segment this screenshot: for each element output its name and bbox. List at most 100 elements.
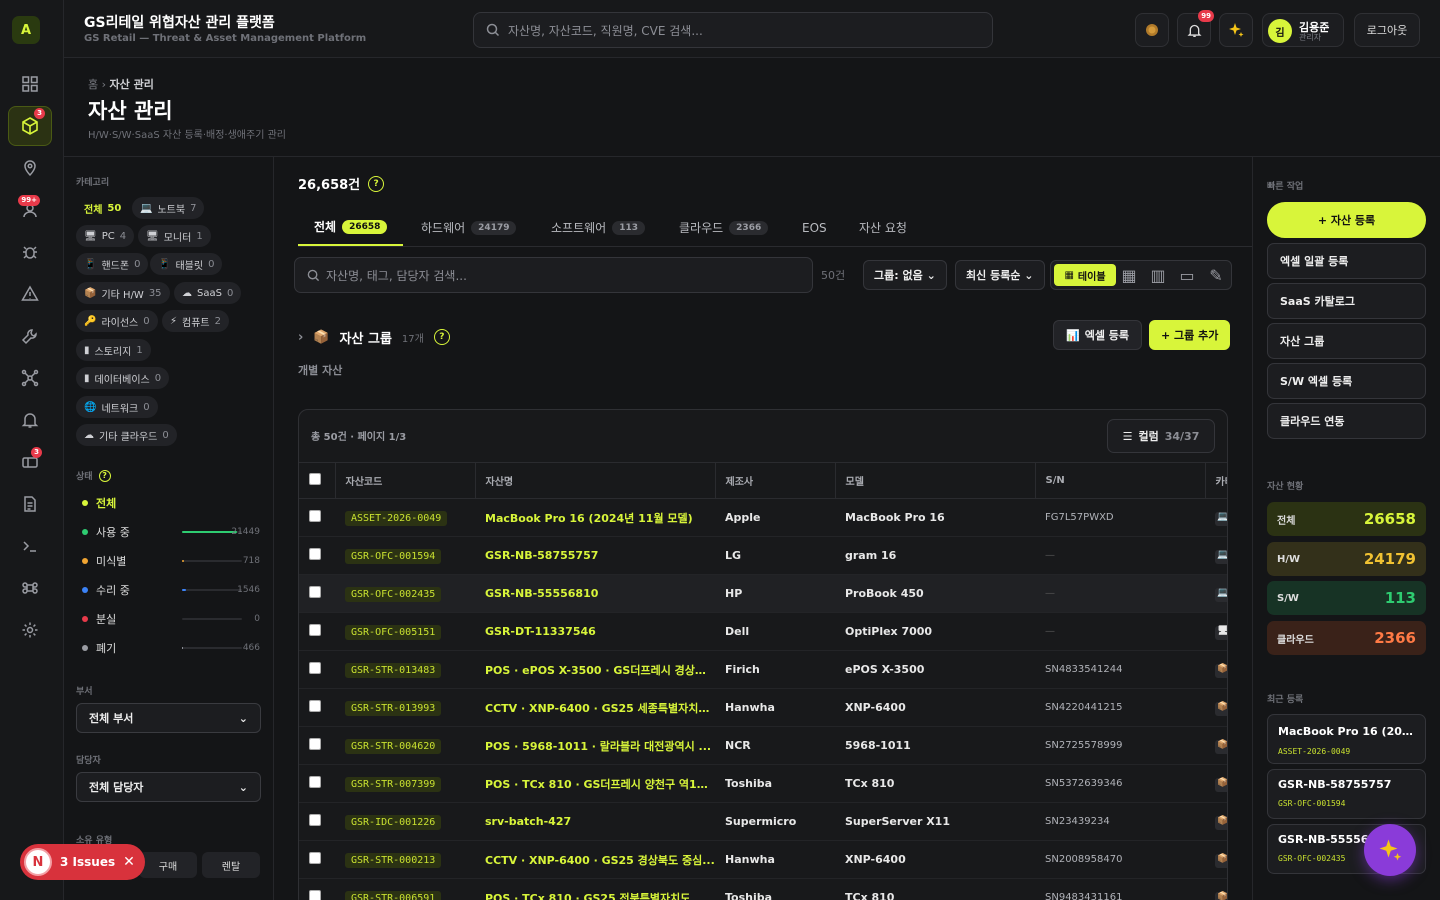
column-header[interactable]: 제조사 [715,462,836,499]
category-chip-saas[interactable]: ☁ SaaS 0 [174,282,242,304]
select-all-checkbox[interactable] [299,462,336,499]
category-chip-storage[interactable]: ▮ 스토리지 1 [76,339,151,361]
row-checkbox[interactable] [299,840,335,879]
group-dropdown[interactable]: 그룹: 없음 ⌄ [863,260,947,290]
app-logo[interactable]: A [12,16,40,44]
grid-view-icon[interactable]: ▦ [1118,264,1140,286]
category-chip-database[interactable]: ▮ 데이터베이스 0 [76,367,170,389]
tab-eos[interactable]: EOS [786,209,843,246]
table-row[interactable]: GSR-STR-004620 POS · 5968-1011 · 랄라블라 대전광… [299,726,1227,765]
category-chip-tablet[interactable]: 📱 태블릿 0 [150,253,223,275]
table-row[interactable]: GSR-STR-013483 POS · ePOS X-3500 · GS더프레시… [299,650,1227,689]
wrench-icon[interactable] [8,318,52,354]
tab-hardware[interactable]: 하드웨어 24179 [405,209,532,246]
dashboard-icon[interactable] [8,66,52,102]
row-checkbox[interactable] [299,612,335,651]
saas-catalog-button[interactable]: SaaS 카탈로그 [1267,283,1426,319]
asset-name-link[interactable]: srv-batch-427 [475,802,715,841]
view-table-button[interactable]: ▦ 테이블 [1054,264,1116,286]
category-chip-phone[interactable]: 📱 핸드폰 0 [76,253,149,275]
ai-sparkle-button[interactable] [1219,13,1253,47]
bell-icon[interactable] [8,402,52,438]
column-header[interactable]: 모델 [835,462,1036,499]
global-search-input[interactable]: 자산명, 자산코드, 직원명, CVE 검색... [473,12,993,48]
table-row[interactable]: GSR-STR-007399 POS · TCx 810 · GS더프레시 양천구… [299,764,1227,803]
ai-assistant-button[interactable] [1364,824,1416,876]
asset-name-link[interactable]: POS · TCx 810 · GS25 전북특별자치도 중... [475,878,715,900]
category-chip-other-hw[interactable]: 📦 기타 H/W 35 [76,282,170,304]
columns-button[interactable]: ☰ 컬럼 34/37 [1107,419,1215,453]
own-type-rent[interactable]: 렌탈 [202,852,260,878]
bug-icon[interactable] [8,234,52,270]
stat-sw[interactable]: S/W 113 [1267,581,1426,615]
category-chip-monitor[interactable]: 🖥 모니터 1 [138,225,211,247]
table-row[interactable]: GSR-OFC-002435 GSR-NB-55556810 HP ProBook 4… [299,574,1227,613]
asset-name-link[interactable]: CCTV · XNP-6400 · GS25 경상북도 중심... [475,840,715,879]
status-in-use[interactable]: 사용 중 21449 [82,523,260,541]
recent-item[interactable]: GSR-NB-58755757 GSR-OFC-001594 [1267,769,1426,819]
category-chip-license[interactable]: 🔑 라이선스 0 [76,310,158,332]
table-row[interactable]: GSR-STR-013993 CCTV · XNP-6400 · GS25 세종특… [299,688,1227,727]
tab-software[interactable]: 소프트웨어 113 [535,209,661,246]
tab-cloud[interactable]: 클라우드 2366 [663,209,784,246]
category-chip-other-cloud[interactable]: ☁ 기타 클라우드 0 [76,424,177,446]
add-group-button[interactable]: + 그룹 추가 [1149,320,1231,350]
asset-name-link[interactable]: POS · ePOS X-3500 · GS더프레시 경상남도 ... [475,650,715,689]
row-checkbox[interactable] [299,764,335,803]
row-checkbox[interactable] [299,574,335,613]
category-chip-network[interactable]: 🌐 네트워크 0 [76,396,158,418]
category-chip-all[interactable]: 전체 50 [76,197,129,219]
tab-all[interactable]: 전체 26658 [298,209,404,246]
asset-box-icon[interactable]: 3 [8,106,52,146]
help-icon[interactable]: ? [368,175,385,192]
cloud-connect-button[interactable]: 클라우드 연동 [1267,403,1426,439]
excel-bulk-button[interactable]: 엑셀 일괄 등록 [1267,243,1426,279]
edit-icon[interactable]: ✎ [1205,264,1227,286]
tab-asset-request[interactable]: 자산 요청 [843,209,923,246]
issues-toast[interactable]: N 3 Issues ✕ [20,844,145,880]
document-icon[interactable] [8,486,52,522]
status-repair[interactable]: 수리 중 1546 [82,581,260,599]
inbox-view-icon[interactable]: ▭ [1176,264,1198,286]
row-checkbox[interactable] [299,802,335,841]
asset-name-link[interactable]: CCTV · XNP-6400 · GS25 세종특별자치시 ... [475,688,715,727]
row-checkbox[interactable] [299,878,335,900]
excel-register-button[interactable]: 📊 엑셀 등록 [1053,320,1143,350]
stat-cloud[interactable]: 클라우드 2366 [1267,621,1426,655]
breadcrumb-home[interactable]: 홈 [88,78,98,91]
logout-button[interactable]: 로그아웃 [1354,13,1420,47]
dept-select[interactable]: 전체 부서 ⌄ [76,703,261,733]
row-checkbox[interactable] [299,650,335,689]
column-header[interactable]: 자산코드 [335,462,476,499]
table-row[interactable]: ASSET-2026-0049 MacBook Pro 16 (2024년 11월… [299,498,1227,537]
close-icon[interactable]: ✕ [123,854,135,870]
table-row[interactable]: GSR-OFC-001594 GSR-NB-58755757 LG gram 16— 💻 [299,536,1227,575]
asset-name-link[interactable]: POS · 5968-1011 · 랄라블라 대전광역시 ... [475,726,715,765]
column-header[interactable]: 자산명 [475,462,716,499]
kanban-view-icon[interactable]: ▥ [1147,264,1169,286]
row-checkbox[interactable] [299,536,335,575]
command-icon[interactable] [8,570,52,606]
sort-dropdown[interactable]: 최신 등록순 ⌄ [955,260,1045,290]
user-menu[interactable]: 김 김용준 관리자 [1262,13,1344,47]
recent-item[interactable]: MacBook Pro 16 (2024년...ASSET-2026-0049 [1267,714,1426,764]
stat-hw[interactable]: H/W 24179 [1267,542,1426,576]
asset-group-button[interactable]: 자산 그룹 [1267,323,1426,359]
row-checkbox[interactable] [299,726,335,765]
gear-icon[interactable] [8,612,52,648]
column-header[interactable]: S/N [1035,462,1206,499]
table-row[interactable]: GSR-IDC-001226 srv-batch-427 Supermicro Sup… [299,802,1227,841]
status-all[interactable]: 전체 [82,494,260,512]
row-checkbox[interactable] [299,688,335,727]
asset-name-link[interactable]: POS · TCx 810 · GS더프레시 양천구 역1호점 [475,764,715,803]
asset-name-link[interactable]: GSR-NB-58755757 [475,536,715,575]
warning-icon[interactable] [8,276,52,312]
location-pin-icon[interactable] [8,150,52,186]
row-checkbox[interactable] [299,498,335,537]
network-icon[interactable] [8,360,52,396]
status-lost[interactable]: 분실 0 [82,610,260,628]
asset-name-link[interactable]: MacBook Pro 16 (2024년 11월 모델) [475,498,715,537]
sw-excel-button[interactable]: S/W 엑셀 등록 [1267,363,1426,399]
table-row[interactable]: GSR-STR-006591 POS · TCx 810 · GS25 전북특별자… [299,878,1227,900]
terminal-icon[interactable] [8,528,52,564]
